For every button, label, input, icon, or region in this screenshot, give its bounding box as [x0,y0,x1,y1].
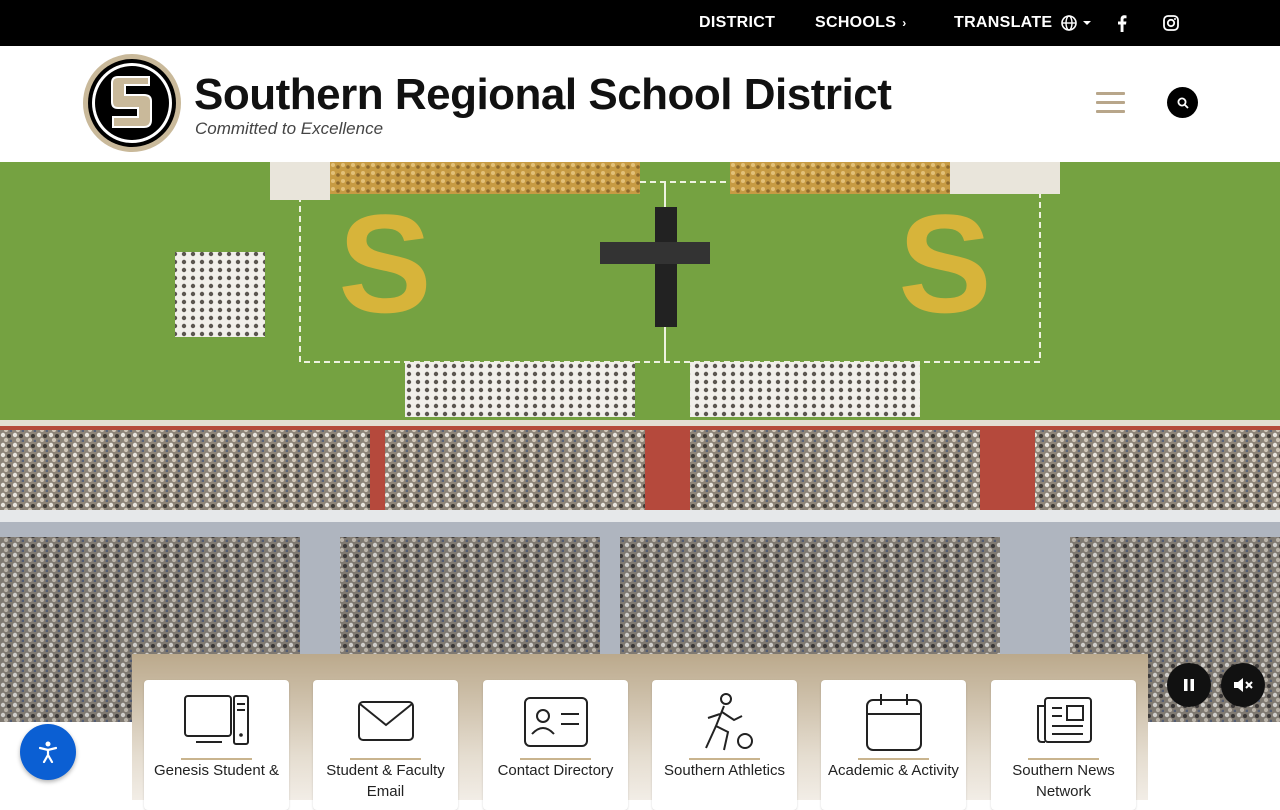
quick-link-athletics[interactable]: Southern Athletics [652,680,797,810]
instagram-link[interactable] [1161,13,1181,33]
svg-text:S: S [338,185,431,342]
hero-video: S S [0,162,1280,722]
quick-link-news[interactable]: Southern News Network [991,680,1136,810]
site-tagline: Committed to Excellence [195,119,384,138]
svg-text:S: S [898,185,991,342]
district-logo[interactable] [83,54,181,152]
caret-down-icon [1083,21,1092,25]
chevron-right-icon: › [902,16,907,30]
calendar-icon [865,694,922,751]
nav-schools[interactable]: SCHOOLS › [815,0,907,46]
hamburger-line [1096,92,1125,95]
quick-link-label: Contact Directory [497,762,614,779]
search-button[interactable] [1167,87,1198,118]
mute-button[interactable] [1221,663,1265,707]
facebook-icon [1118,14,1127,32]
hero-graduation-image: S S [0,162,1280,722]
accessibility-button[interactable] [20,724,76,780]
athlete-icon [704,693,753,751]
quick-links-panel: Genesis Student & Student & Faculty Emai… [132,654,1148,810]
volume-muted-icon [1234,678,1253,692]
instagram-icon [1163,15,1179,31]
quick-link-label: Academic & Activity [828,762,959,779]
computer-icon [183,695,249,745]
site-header: Southern Regional School District Commit… [0,46,1280,162]
translate-dropdown[interactable]: TRANSLATE [954,0,1092,46]
pause-button[interactable] [1167,663,1211,707]
quick-link-label: Student & Faculty Email [326,762,445,800]
envelope-icon [357,701,414,741]
nav-district-label: DISTRICT [699,14,776,31]
accessibility-icon [39,741,57,763]
quick-link-label: Genesis Student & [153,762,280,779]
pause-icon [1184,679,1194,691]
quick-link-label: Southern Athletics [664,762,785,779]
hamburger-line [1096,101,1125,104]
quick-link-calendar[interactable]: Academic & Activity [821,680,966,810]
quick-link-label: Southern News Network [1012,762,1115,800]
logo-emblem-icon [83,54,181,152]
nav-district[interactable]: DISTRICT [699,0,775,46]
search-icon [1177,97,1189,109]
newspaper-icon [1036,697,1092,743]
quick-link-genesis[interactable]: Genesis Student & [144,680,289,810]
quick-link-email[interactable]: Student & Faculty Email [313,680,458,810]
menu-button[interactable] [1096,92,1126,114]
nav-schools-label: SCHOOLS [815,14,897,31]
translate-label: TRANSLATE [954,14,1053,31]
site-title[interactable]: Southern Regional School District [194,70,892,120]
facebook-link[interactable] [1112,13,1132,33]
top-bar: DISTRICT SCHOOLS › TRANSLATE [0,0,1280,46]
hamburger-line [1096,110,1125,113]
globe-icon [1061,15,1078,31]
contact-card-icon [523,697,588,747]
quick-link-directory[interactable]: Contact Directory [483,680,628,810]
